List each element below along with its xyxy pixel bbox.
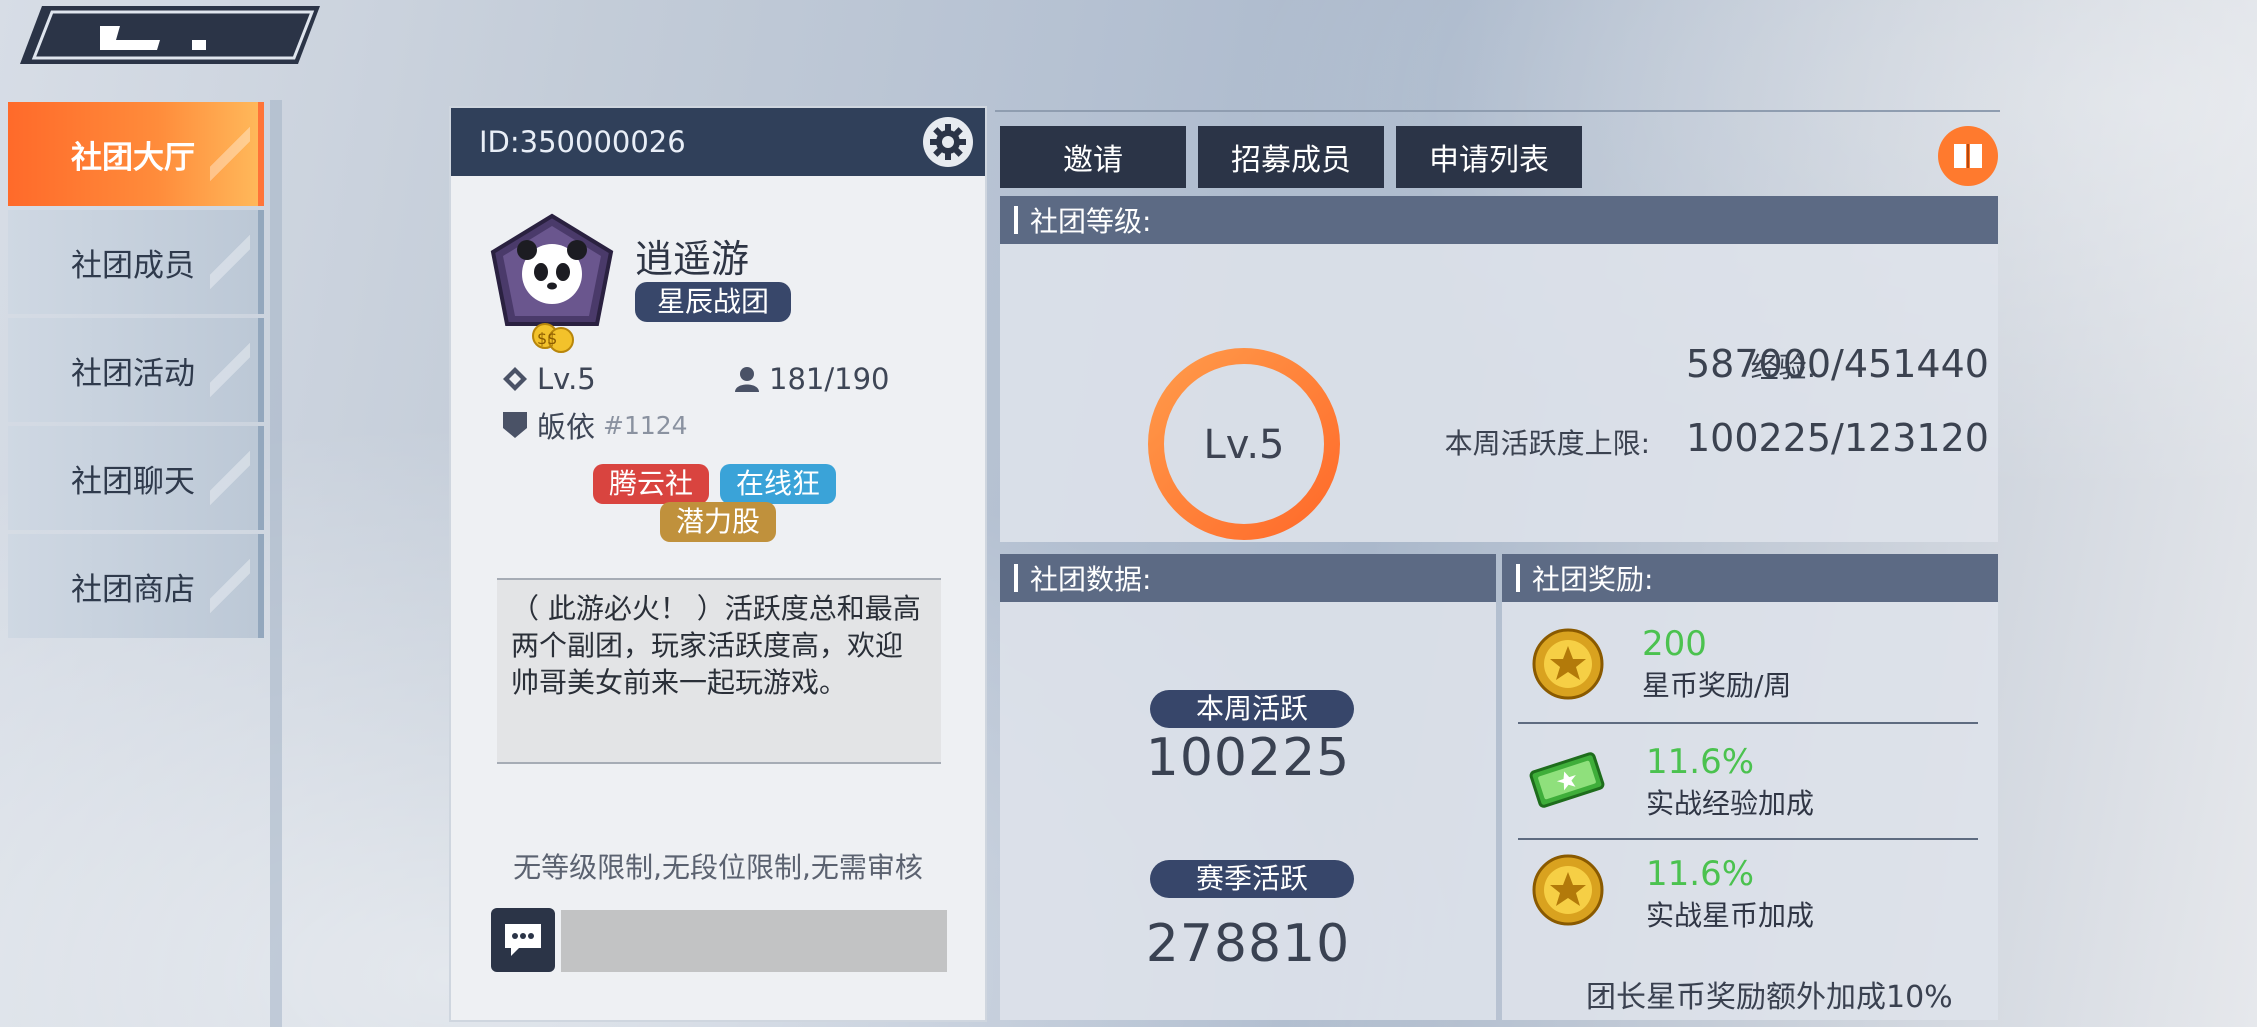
chat-bubble-icon [505, 924, 541, 956]
panel-title: 社团等级: [1030, 205, 1152, 238]
club-tag: 腾云社 [593, 464, 710, 504]
sidebar-item-club-shop[interactable]: 社团商店 [8, 534, 264, 638]
nav-decoration [210, 102, 250, 206]
sidebar-item-club-activities[interactable]: 社团活动 [8, 318, 264, 422]
club-rank-number: #1124 [603, 410, 688, 440]
shield-icon [503, 412, 527, 438]
header-bar [1014, 564, 1018, 592]
sidebar-item-label: 社团成员 [71, 247, 195, 284]
weekly-activity-value: 100225 [1145, 728, 1351, 788]
header-bar [1014, 206, 1018, 234]
header-bar [1516, 564, 1520, 592]
season-activity-label: 赛季活跃 [1150, 860, 1354, 898]
sidebar-item-label: 社团活动 [71, 355, 195, 392]
back-button[interactable] [20, 6, 320, 64]
nav-decoration [210, 426, 250, 530]
nav-decoration [210, 534, 250, 638]
club-level-panel: 社团等级: Lv.5 经验: 587000/451440 本周活跃度上限: 10… [1000, 196, 1998, 542]
season-activity-value: 278810 [1145, 914, 1351, 974]
club-rewards-panel: 社团奖励: 200 星币奖励/周 11.6% 实战经验加成 11.6% 实战星币… [1502, 554, 1998, 1020]
toolbar-tabs: 邀请 招募成员 申请列表 [1000, 126, 1582, 188]
sidebar-rail [270, 100, 282, 1027]
club-rank-row: 皈依 #1124 [501, 404, 688, 446]
recruit-members-button[interactable]: 招募成员 [1198, 126, 1384, 188]
exp-value: 587000/451440 [1686, 342, 1989, 386]
gear-icon [930, 124, 966, 160]
person-icon [735, 367, 759, 392]
club-description: （ 此游必火！ ）活跃度总和最高两个副团，玩家活跃度高，欢迎帅哥美女前来一起玩游… [497, 578, 941, 764]
club-type-badge: 星辰战团 [635, 282, 792, 322]
reward-value: 200 [1642, 624, 1707, 664]
club-name: 逍遥游 [635, 237, 750, 281]
top-divider [995, 110, 2000, 112]
sidebar-item-club-members[interactable]: 社团成员 [8, 210, 264, 314]
club-data-panel: 社团数据: 本周活跃 100225 赛季活跃 278810 [1000, 554, 1496, 1020]
club-tag: 潜力股 [660, 502, 777, 542]
panel-title: 社团数据: [1030, 563, 1152, 596]
reward-value: 11.6% [1646, 742, 1755, 782]
club-id: ID:350000026 [479, 125, 686, 159]
book-icon [1954, 144, 1982, 168]
weekly-cap-label: 本周活跃度上限: [1444, 427, 1650, 460]
gold-coin-icon [1532, 628, 1604, 700]
green-ticket-icon [1529, 752, 1605, 808]
panda-emblem-icon: $$ [490, 213, 614, 353]
reward-divider [1518, 838, 1978, 840]
club-join-limits: 无等级限制,无段位限制,无需审核 [513, 851, 923, 884]
weekly-activity-label: 本周活跃 [1150, 690, 1354, 728]
sidebar-item-club-chat[interactable]: 社团聊天 [8, 426, 264, 530]
leader-bonus-note: 团长星币奖励额外加成10% [1586, 980, 1953, 1015]
chat-input[interactable] [561, 910, 947, 972]
panel-header: 社团数据: [1000, 554, 1496, 602]
club-members-row: 181/190 [733, 362, 889, 396]
panel-header: 社团等级: [1000, 196, 1998, 244]
reward-value: 11.6% [1646, 854, 1755, 894]
sidebar: 社团大厅 社团成员 社团活动 社团聊天 社团商店 [8, 102, 270, 642]
sidebar-item-label: 社团商店 [71, 571, 195, 608]
chat-button[interactable] [491, 908, 555, 972]
club-card-header: ID:350000026 [451, 108, 985, 176]
panel-title: 社团奖励: [1532, 563, 1654, 596]
svg-text:$$: $$ [537, 329, 557, 348]
gold-coin-icon [1532, 854, 1604, 926]
club-rank-name: 皈依 [537, 410, 596, 444]
sidebar-item-club-hall[interactable]: 社团大厅 [8, 102, 264, 206]
diamond-icon [503, 367, 527, 391]
club-tag: 在线狂 [720, 464, 837, 504]
reward-divider [1518, 722, 1978, 724]
club-level-row: Lv.5 [501, 362, 596, 396]
reward-label: 实战经验加成 [1646, 787, 1815, 820]
nav-decoration [210, 318, 250, 422]
rules-book-button[interactable] [1938, 126, 1998, 186]
club-members-count: 181/190 [769, 362, 890, 396]
settings-button[interactable] [923, 117, 973, 167]
level-ring-label: Lv.5 [1203, 422, 1285, 468]
reward-label: 星币奖励/周 [1642, 669, 1792, 702]
club-info-card: ID:350000026 $$ 逍遥游 星辰战团 Lv.5 181/190 皈依… [451, 108, 985, 1020]
invite-button[interactable]: 邀请 [1000, 126, 1186, 188]
club-level: Lv.5 [537, 362, 596, 396]
sidebar-item-label: 社团聊天 [71, 463, 195, 500]
back-arrow-icon [20, 6, 320, 64]
panel-header: 社团奖励: [1502, 554, 1998, 602]
nav-decoration [210, 210, 250, 314]
reward-label: 实战星币加成 [1646, 899, 1815, 932]
application-list-button[interactable]: 申请列表 [1396, 126, 1582, 188]
sidebar-item-label: 社团大厅 [71, 139, 195, 176]
weekly-cap-value: 100225/123120 [1686, 416, 1989, 460]
